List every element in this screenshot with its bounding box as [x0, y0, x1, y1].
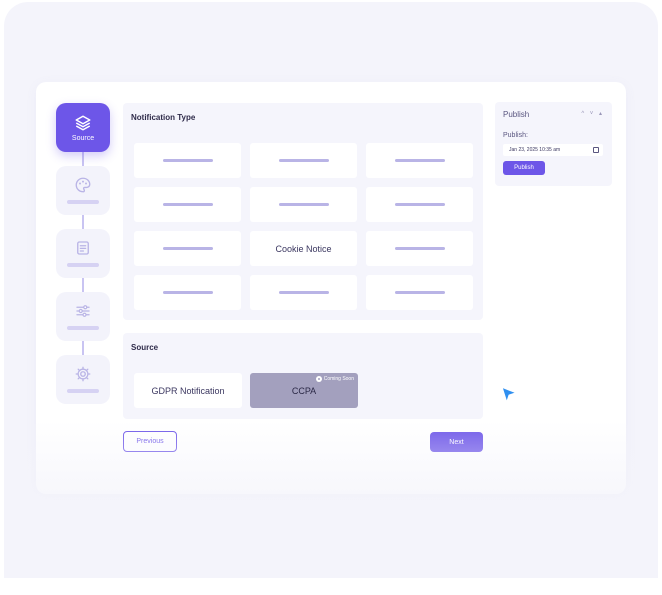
option-placeholder — [278, 159, 329, 162]
step-label-placeholder — [67, 389, 99, 393]
palette-icon — [75, 177, 91, 193]
option-placeholder — [162, 203, 213, 206]
notification-option[interactable] — [366, 187, 473, 222]
option-placeholder — [162, 247, 213, 250]
step-label-placeholder — [67, 326, 99, 330]
step-label-placeholder — [67, 200, 99, 204]
option-placeholder — [162, 291, 213, 294]
step-settings[interactable] — [56, 292, 110, 341]
notification-option[interactable] — [366, 143, 473, 178]
option-placeholder — [278, 291, 329, 294]
notification-option[interactable] — [134, 231, 241, 266]
step-content[interactable] — [56, 229, 110, 278]
publish-label: Publish: — [503, 132, 528, 139]
notification-option[interactable] — [250, 187, 357, 222]
step-label-placeholder — [67, 263, 99, 267]
option-placeholder — [162, 159, 213, 162]
option-placeholder — [394, 247, 445, 250]
stepper-connector — [82, 215, 84, 229]
option-placeholder — [278, 203, 329, 206]
notification-option[interactable] — [134, 143, 241, 178]
publish-box: Publish ^ ˅ ▴ Publish: Jan 23, 2025 10:3… — [495, 102, 612, 186]
panel-controls[interactable]: ^ ˅ ▴ — [581, 110, 604, 117]
clock-icon — [315, 376, 322, 382]
panel-title: Notification Type — [131, 113, 196, 122]
stepper-connector — [82, 278, 84, 292]
step-label: Source — [71, 135, 95, 142]
gear-icon — [75, 366, 91, 382]
notification-option[interactable] — [134, 187, 241, 222]
option-placeholder — [394, 203, 445, 206]
option-label: CCPA — [291, 385, 317, 396]
next-button[interactable]: Next — [430, 432, 483, 452]
panel-title: Source — [131, 343, 159, 352]
option-label: Cookie Notice — [275, 243, 332, 254]
option-placeholder — [394, 291, 445, 294]
publish-title: Publish — [503, 110, 530, 119]
notification-option[interactable] — [366, 231, 473, 266]
notification-option[interactable] — [250, 275, 357, 310]
step-source[interactable]: Source — [56, 103, 110, 152]
publish-date-value: Jan 23, 2025 10:35 am — [509, 147, 561, 153]
badge-label: Coming Soon — [323, 376, 354, 382]
publish-date-field[interactable]: Jan 23, 2025 10:35 am — [503, 144, 603, 156]
option-placeholder — [394, 159, 445, 162]
option-label: GDPR Notification — [151, 385, 225, 396]
notification-option[interactable] — [250, 143, 357, 178]
layers-icon — [75, 115, 91, 131]
source-panel: Source GDPR Notification Coming Soon CCP… — [123, 333, 483, 419]
ccpa-option: Coming Soon CCPA — [250, 373, 358, 408]
step-design[interactable] — [56, 166, 110, 215]
gdpr-notification-option[interactable]: GDPR Notification — [134, 373, 242, 408]
stepper-connector — [82, 341, 84, 355]
cookie-notice-option[interactable]: Cookie Notice — [250, 231, 357, 266]
notification-type-panel: Notification Type Cookie Notice — [123, 103, 483, 320]
notification-option[interactable] — [134, 275, 241, 310]
cursor-icon — [501, 387, 517, 403]
step-advanced[interactable] — [56, 355, 110, 404]
previous-button[interactable]: Previous — [123, 431, 177, 452]
notification-option[interactable] — [366, 275, 473, 310]
calendar-icon[interactable] — [593, 147, 599, 153]
coming-soon-badge: Coming Soon — [315, 376, 354, 382]
publish-button[interactable]: Publish — [503, 161, 545, 175]
document-icon — [77, 241, 89, 255]
stepper-connector — [82, 152, 84, 166]
sliders-icon — [76, 305, 90, 317]
